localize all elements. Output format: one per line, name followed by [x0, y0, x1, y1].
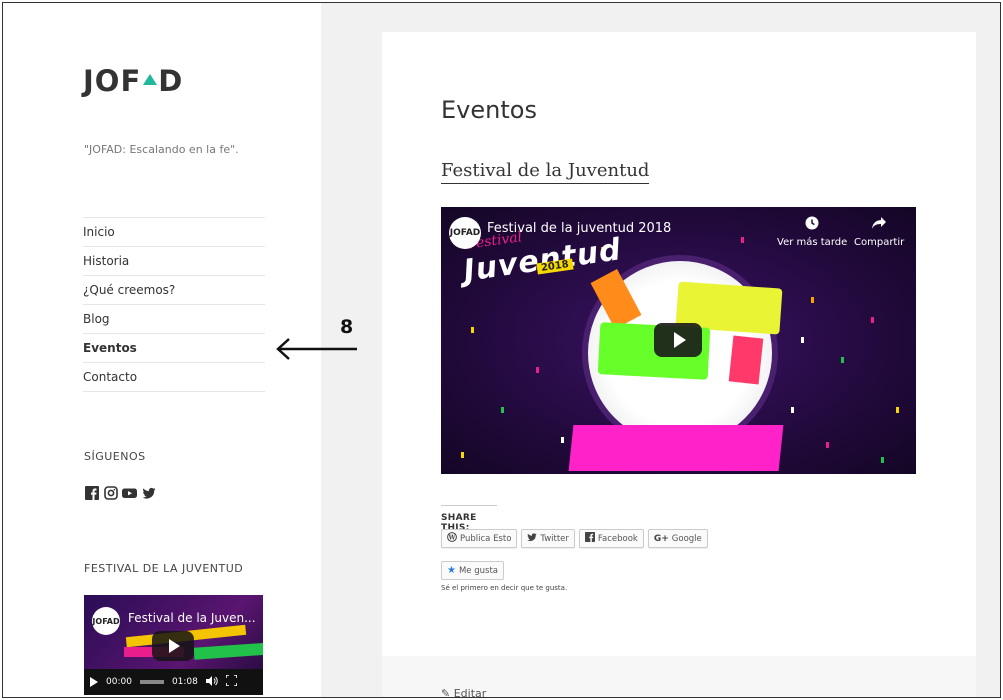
- thumb-play-button[interactable]: [152, 631, 194, 661]
- watch-later-button[interactable]: Ver más tarde: [777, 215, 847, 248]
- menu-item-historia[interactable]: Historia: [83, 247, 265, 276]
- share-google-button[interactable]: G+ Google: [647, 529, 708, 548]
- browser-frame: JOF D "JOFAD: Escalando en la fe". Inicio…: [2, 2, 1001, 698]
- twitter-icon[interactable]: [141, 485, 156, 500]
- share-button-label: Google: [671, 533, 702, 544]
- pencil-icon: ✎: [441, 687, 451, 698]
- menu-item-label: Contacto: [83, 370, 138, 384]
- youtube-icon[interactable]: [122, 485, 137, 500]
- volume-icon[interactable]: [205, 675, 218, 689]
- menu-item-eventos[interactable]: Eventos: [83, 334, 265, 363]
- festival-widget-title: FESTIVAL DE LA JUVENTUD: [84, 562, 244, 575]
- share-arrow-icon: [871, 215, 887, 231]
- thumb-stripe-green: [193, 642, 263, 660]
- thumb-channel-logo: JOFAD: [92, 607, 120, 635]
- facebook-icon[interactable]: [84, 485, 99, 500]
- page-title: Eventos: [441, 96, 537, 124]
- menu-item-inicio[interactable]: Inicio: [83, 218, 265, 247]
- menu-item-label: Blog: [83, 312, 110, 326]
- post-title-link[interactable]: Festival de la Juventud: [441, 160, 650, 184]
- logo-text-right: D: [158, 64, 184, 98]
- video-player[interactable]: Festival Juventud 2018 JOFAD Festival de…: [441, 207, 916, 474]
- video-channel-logo[interactable]: JOFAD: [449, 217, 481, 249]
- progress-bar[interactable]: [139, 680, 164, 684]
- band-pink-banner: [568, 425, 784, 471]
- menu-item-label: Inicio: [83, 225, 115, 239]
- clock-icon: [804, 215, 820, 231]
- site-tagline: "JOFAD: Escalando en la fe".: [84, 143, 239, 156]
- share-label: Compartir: [854, 237, 905, 248]
- sidebar-video-player[interactable]: JOFAD Festival de la Juven... 00:00 01:0…: [84, 595, 263, 695]
- sidebar: JOF D "JOFAD: Escalando en la fe". Inicio…: [3, 3, 321, 697]
- menu-item-que-creemos[interactable]: ¿Qué creemos?: [83, 276, 265, 305]
- share-twitter-button[interactable]: Twitter: [521, 529, 575, 548]
- like-note: Sé el primero en decir que te gusta.: [441, 584, 568, 592]
- svg-text:W: W: [448, 534, 456, 541]
- video-title[interactable]: Festival de la juventud 2018: [487, 221, 671, 236]
- annotation-arrow-icon: [276, 338, 357, 360]
- share-buttons: W Publica Esto Twitter Facebook G+ Googl…: [441, 529, 708, 548]
- logo-triangle-icon: [143, 73, 158, 85]
- edit-link[interactable]: ✎ Editar: [441, 687, 487, 698]
- time-total: 01:08: [171, 677, 198, 687]
- annotation-number: 8: [340, 316, 354, 338]
- like-label: Me gusta: [458, 565, 498, 576]
- follow-widget-title: SÍGUENOS: [84, 450, 146, 463]
- share-video-button[interactable]: Compartir: [854, 215, 904, 248]
- watch-later-label: Ver más tarde: [777, 237, 848, 248]
- play-icon[interactable]: [90, 677, 98, 687]
- share-wordpress-button[interactable]: W Publica Esto: [441, 529, 518, 548]
- menu-item-blog[interactable]: Blog: [83, 305, 265, 334]
- menu-item-label: ¿Qué creemos?: [83, 283, 176, 297]
- share-button-label: Publica Esto: [460, 533, 512, 544]
- logo-text-left: JOF: [83, 64, 142, 98]
- social-icons: [84, 485, 156, 500]
- facebook-icon: [584, 532, 595, 545]
- share-button-label: Twitter: [540, 533, 569, 544]
- like-button[interactable]: ★ Me gusta: [441, 561, 504, 580]
- fullscreen-icon[interactable]: [225, 674, 238, 689]
- thumb-video-title[interactable]: Festival de la Juven...: [128, 611, 256, 625]
- google-plus-icon: G+: [653, 533, 669, 544]
- twitter-icon: [527, 532, 538, 545]
- thumb-controls: 00:00 01:08: [84, 669, 263, 695]
- share-facebook-button[interactable]: Facebook: [578, 529, 644, 548]
- site-logo[interactable]: JOF D: [83, 64, 183, 98]
- menu-item-contacto[interactable]: Contacto: [83, 363, 265, 392]
- main-menu: Inicio Historia ¿Qué creemos? Blog Event…: [83, 217, 265, 392]
- band-red: [728, 335, 764, 385]
- menu-item-label: Eventos: [83, 341, 137, 355]
- share-button-label: Facebook: [597, 533, 638, 544]
- star-icon: ★: [447, 565, 456, 576]
- menu-item-label: Historia: [83, 254, 130, 268]
- time-current: 00:00: [106, 677, 132, 687]
- wordpress-icon: W: [447, 532, 457, 545]
- video-play-button[interactable]: [654, 323, 702, 357]
- edit-label: Editar: [453, 687, 487, 698]
- instagram-icon[interactable]: [103, 485, 118, 500]
